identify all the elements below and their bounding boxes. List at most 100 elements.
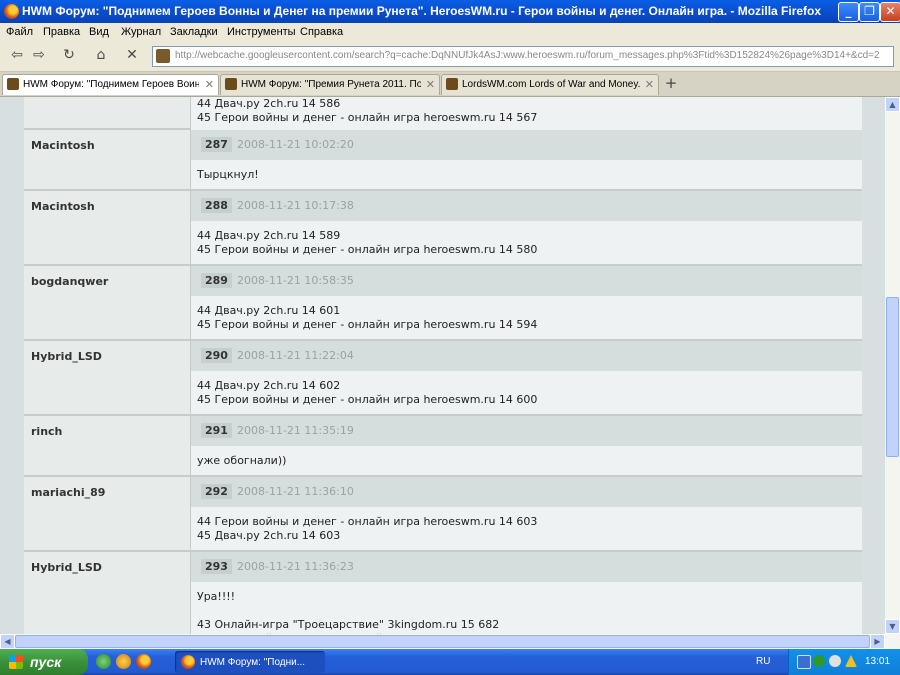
tab-label: HWM Форум: "Премия Рунета 2011. По...	[241, 79, 421, 90]
minimize-button[interactable]: _	[838, 2, 859, 22]
address-bar[interactable]: http://webcache.googleusercontent.com/se…	[152, 46, 894, 67]
tab-bar: HWM Форум: "Поднимем Героев Воины ... ✕ …	[0, 72, 900, 97]
post-number[interactable]: 287	[201, 137, 232, 152]
forum-post: 44 Двач.ру 2ch.ru 14 586 45 Герои войны …	[24, 97, 862, 132]
forum-post: Macintosh 288 2008-11-21 10:17:38 44 Двач…	[24, 191, 862, 266]
tab-runet-premium[interactable]: HWM Форум: "Премия Рунета 2011. По... ✕	[220, 74, 440, 95]
site-favicon-icon	[156, 49, 170, 63]
post-body: Ура!!!! 43 Онлайн-игра "Троецарствие" 3k…	[191, 582, 862, 634]
hscroll-thumb[interactable]	[15, 635, 870, 648]
tray-clock-app-icon[interactable]	[829, 655, 841, 667]
tab-lordswm[interactable]: LordsWM.com Lords of War and Money. ... …	[441, 74, 659, 95]
taskbar: пуск HWM Форум: "Подни... RU 13:01	[0, 649, 900, 675]
post-author-cell: Hybrid_LSD	[24, 341, 191, 414]
post-author[interactable]: rinch	[31, 425, 62, 438]
forum-post: Hybrid_LSD 293 2008-11-21 11:36:23 Ура!!!…	[24, 552, 862, 634]
new-tab-button[interactable]: +	[662, 75, 680, 93]
post-meta: 293 2008-11-21 11:36:23	[191, 552, 862, 582]
maximize-button[interactable]: ❐	[859, 2, 880, 22]
menu-bar: Файл Правка Вид Журнал Закладки Инструме…	[0, 23, 900, 41]
post-author[interactable]: Hybrid_LSD	[31, 350, 102, 363]
tab-close-icon[interactable]: ✕	[205, 78, 214, 91]
post-body: уже обогнали))	[191, 446, 862, 475]
post-author-cell: Hybrid_LSD	[24, 552, 191, 634]
post-author-cell: rinch	[24, 416, 191, 475]
home-button[interactable]: ⌂	[90, 44, 112, 66]
post-date: 2008-11-21 11:22:04	[237, 349, 354, 362]
menu-bookmarks[interactable]: Закладки	[170, 26, 218, 38]
post-meta: 292 2008-11-21 11:36:10	[191, 477, 862, 507]
post-body: 44 Герои войны и денег - онлайн игра her…	[191, 507, 862, 550]
vertical-scrollbar[interactable]: ▲ ▼	[885, 97, 900, 634]
network-icon[interactable]	[797, 655, 811, 669]
post-body: Тырцкнул!	[191, 160, 862, 189]
post-date: 2008-11-21 10:58:35	[237, 274, 354, 287]
post-author[interactable]: Hybrid_LSD	[31, 561, 102, 574]
post-author-cell: mariachi_89	[24, 477, 191, 550]
menu-edit[interactable]: Правка	[43, 26, 80, 38]
post-number[interactable]: 288	[201, 198, 232, 213]
post-author-cell: Macintosh	[24, 191, 191, 264]
tab-favicon-icon	[225, 78, 237, 90]
post-date: 2008-11-21 11:36:23	[237, 560, 354, 573]
post-number[interactable]: 291	[201, 423, 232, 438]
post-number[interactable]: 290	[201, 348, 232, 363]
back-button[interactable]: ⇦	[6, 44, 28, 66]
tab-hwm-forum[interactable]: HWM Форум: "Поднимем Героев Воины ... ✕	[2, 74, 219, 95]
tab-favicon-icon	[446, 78, 458, 90]
forum-post: Hybrid_LSD 290 2008-11-21 11:22:04 44 Два…	[24, 341, 862, 416]
post-meta: 290 2008-11-21 11:22:04	[191, 341, 862, 371]
window-title: HWM Форум: "Поднимем Героев Вонны и Дене…	[22, 4, 822, 18]
post-date: 2008-11-21 10:17:38	[237, 199, 354, 212]
start-button[interactable]: пуск	[0, 649, 88, 675]
tab-close-icon[interactable]: ✕	[426, 78, 435, 91]
menu-file[interactable]: Файл	[6, 26, 33, 38]
scroll-right-icon[interactable]: ▶	[870, 634, 885, 649]
language-indicator[interactable]: RU	[756, 656, 770, 667]
taskbar-firefox-window[interactable]: HWM Форум: "Подни...	[175, 651, 325, 673]
post-body: 44 Двач.ру 2ch.ru 14 602 45 Герои войны …	[191, 371, 862, 414]
tab-close-icon[interactable]: ✕	[645, 78, 654, 91]
post-author-cell	[24, 97, 191, 128]
post-author[interactable]: Macintosh	[31, 139, 95, 152]
post-author-cell: Macintosh	[24, 130, 191, 189]
system-tray: 13:01	[788, 649, 900, 675]
scroll-left-icon[interactable]: ◀	[0, 634, 15, 649]
warning-icon[interactable]	[845, 655, 857, 667]
post-number[interactable]: 293	[201, 559, 232, 574]
menu-history[interactable]: Журнал	[121, 26, 161, 38]
forum-post: mariachi_89 292 2008-11-21 11:36:10 44 Ге…	[24, 477, 862, 552]
quicklaunch-app-icon[interactable]	[116, 654, 131, 669]
scroll-down-icon[interactable]: ▼	[885, 619, 900, 634]
windows-logo-icon	[9, 655, 23, 669]
clock[interactable]: 13:01	[865, 656, 890, 667]
post-author[interactable]: Macintosh	[31, 200, 95, 213]
page-content: 44 Двач.ру 2ch.ru 14 586 45 Герои войны …	[0, 97, 885, 634]
tab-label: LordsWM.com Lords of War and Money. ...	[462, 79, 640, 90]
horizontal-scrollbar[interactable]: ◀ ▶	[0, 634, 900, 649]
scroll-up-icon[interactable]: ▲	[885, 97, 900, 112]
close-button[interactable]: ✕	[880, 2, 900, 22]
forward-button[interactable]: ⇨	[28, 44, 50, 66]
utorrent-icon[interactable]	[96, 654, 111, 669]
post-number[interactable]: 292	[201, 484, 232, 499]
start-label: пуск	[30, 654, 62, 670]
firefox-icon	[181, 655, 195, 669]
post-author[interactable]: bogdanqwer	[31, 275, 108, 288]
menu-view[interactable]: Вид	[89, 26, 109, 38]
post-author[interactable]: mariachi_89	[31, 486, 105, 499]
stop-button[interactable]: ✕	[121, 44, 143, 66]
post-meta: 291 2008-11-21 11:35:19	[191, 416, 862, 446]
post-number[interactable]: 289	[201, 273, 232, 288]
menu-tools[interactable]: Инструменты	[227, 26, 296, 38]
reload-button[interactable]: ↻	[58, 44, 80, 66]
post-date: 2008-11-21 10:02:20	[237, 138, 354, 151]
tab-label: HWM Форум: "Поднимем Героев Воины ...	[23, 79, 199, 90]
menu-help[interactable]: Справка	[300, 26, 343, 38]
tray-app-icon[interactable]	[813, 655, 825, 667]
window-titlebar[interactable]: HWM Форум: "Поднимем Героев Вонны и Дене…	[0, 0, 900, 23]
firefox-quicklaunch-icon[interactable]	[136, 654, 151, 669]
navigation-toolbar: ⇦ ⇨ ↻ ⌂ ✕ http://webcache.googleusercont…	[0, 41, 900, 72]
post-author-cell: bogdanqwer	[24, 266, 191, 339]
scroll-thumb[interactable]	[886, 297, 899, 457]
